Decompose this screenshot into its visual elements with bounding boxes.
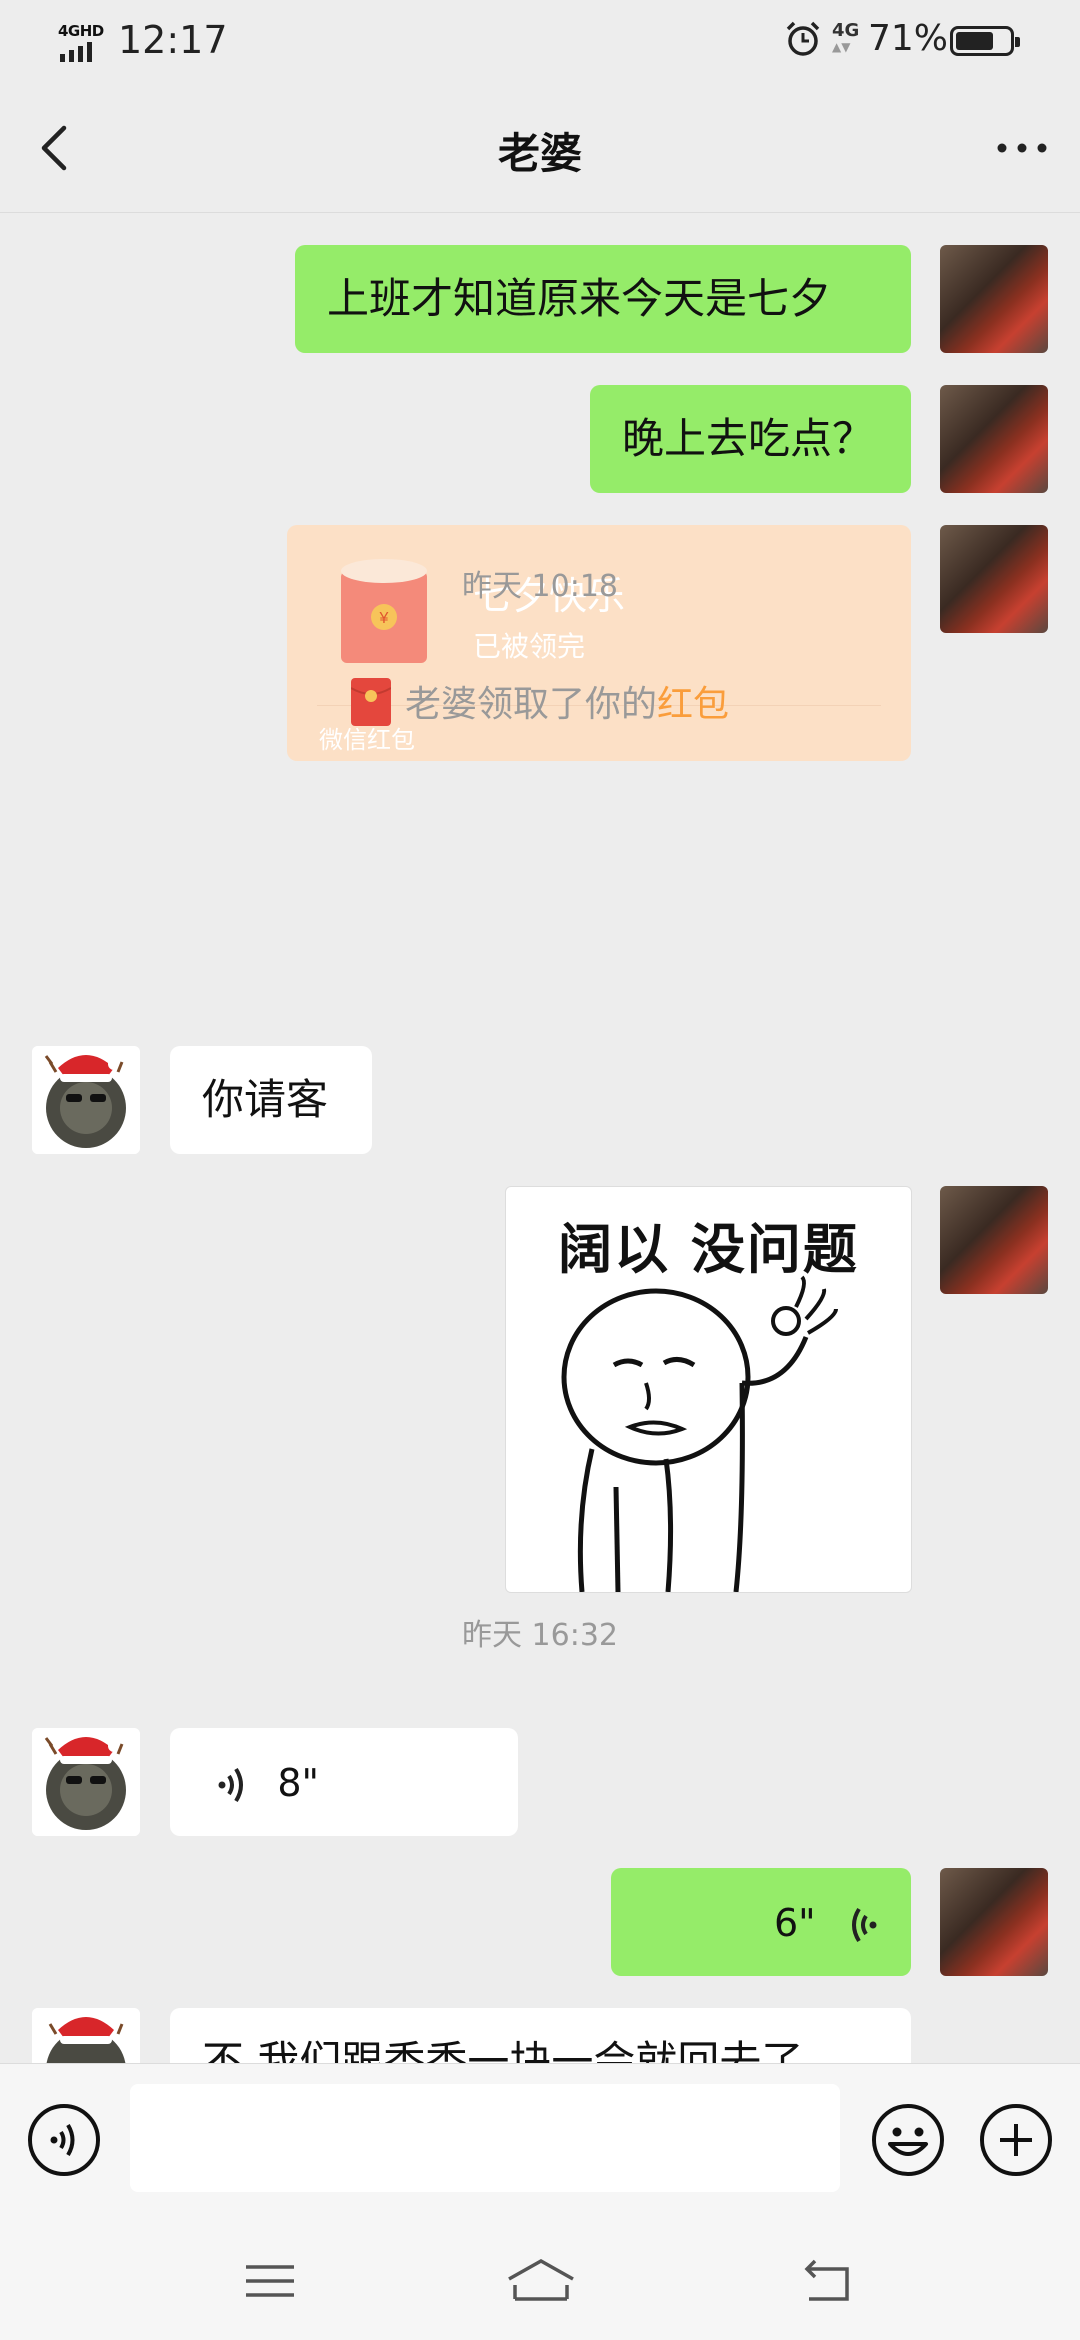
my-avatar[interactable] — [940, 385, 1048, 493]
timestamp: 昨天 10:18 — [462, 569, 618, 604]
contact-avatar-image — [32, 2008, 140, 2063]
network-type: 4GHD — [58, 22, 104, 40]
timestamp: 昨天 16:32 — [462, 1618, 618, 1653]
chat-title: 老婆 — [497, 129, 582, 178]
return-icon[interactable] — [795, 2251, 855, 2311]
voice-wave-icon — [852, 1907, 877, 1942]
contact-avatar[interactable] — [32, 2008, 140, 2063]
clock: 12:17 — [118, 18, 228, 62]
svg-text:¥: ¥ — [379, 610, 389, 627]
contact-avatar[interactable] — [32, 1728, 140, 1836]
battery-icon — [950, 26, 1020, 56]
message-bubble-incoming[interactable]: 你请客 — [170, 1046, 372, 1154]
menu-icon[interactable] — [240, 2251, 300, 2311]
message-text: 晚上去吃点？ — [622, 414, 875, 463]
my-avatar[interactable] — [940, 1186, 1048, 1294]
more-dots-icon[interactable] — [992, 124, 1052, 172]
input-bar — [0, 2063, 1080, 2222]
battery-percent: 71% — [868, 18, 949, 59]
sticker-image[interactable]: 阔以 没问题 — [505, 1186, 912, 1593]
sticker-drawing — [561, 1275, 838, 1592]
voice-duration: 8" — [277, 1761, 320, 1805]
message-bubble-outgoing[interactable]: 上班才知道原来今天是七夕 — [295, 245, 911, 353]
message-bubble-incoming[interactable]: 不 我们跟香香一块一会就回去了 — [170, 2008, 911, 2063]
my-avatar[interactable] — [940, 245, 1048, 353]
system-message-text: 老婆领取了你的 — [404, 684, 657, 725]
contact-avatar-image — [32, 1046, 140, 1154]
red-packet-status: 已被领完 — [473, 630, 586, 663]
voice-message-outgoing[interactable]: 6" — [611, 1868, 911, 1976]
voice-wave-icon — [218, 1767, 243, 1802]
message-text: 不 我们跟香香一块一会就回去了 — [202, 2037, 804, 2063]
cellular-signal-icon: 4GHD — [58, 22, 106, 62]
message-text: 上班才知道原来今天是七夕 — [327, 274, 832, 323]
system-nav-bar — [0, 2221, 1080, 2340]
system-message: 老婆领取了你的红包 — [0, 675, 1080, 730]
chat-header: 老婆 — [0, 84, 1080, 213]
red-packet-small-icon — [350, 678, 391, 726]
contact-avatar-image — [32, 1728, 140, 1836]
message-list[interactable]: 上班才知道原来今天是七夕 晚上去吃点？ ¥ 七夕快乐 已被领完 微信红包 昨天 … — [0, 213, 1080, 2063]
alarm-icon — [786, 21, 820, 56]
mobile-data-indicator: 4G ▲▼ — [832, 20, 860, 55]
home-icon[interactable] — [505, 2251, 577, 2311]
voice-duration: 6" — [773, 1901, 816, 1945]
plus-icon[interactable] — [978, 2102, 1054, 2178]
my-avatar[interactable] — [940, 1868, 1048, 1976]
voice-mode-icon[interactable] — [26, 2102, 102, 2178]
status-bar: 4GHD 12:17 4G ▲▼ 71% — [0, 0, 1080, 84]
message-bubble-outgoing[interactable]: 晚上去吃点？ — [590, 385, 911, 493]
red-packet-link[interactable]: 红包 — [657, 684, 729, 725]
message-input[interactable] — [130, 2084, 840, 2192]
voice-message-incoming[interactable]: 8" — [170, 1728, 518, 1836]
contact-avatar[interactable] — [32, 1046, 140, 1154]
emoji-icon[interactable] — [870, 2102, 946, 2178]
message-text: 你请客 — [202, 1075, 329, 1124]
